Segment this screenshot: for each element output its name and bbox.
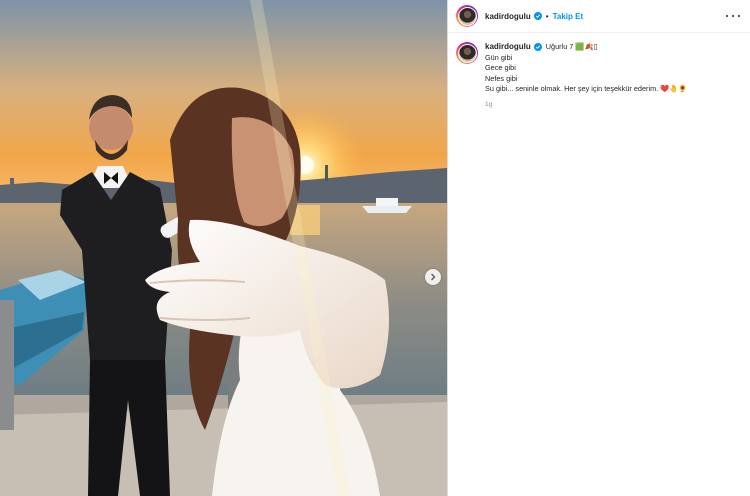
post-header: kadirdogulu • Takip Et [448,0,750,33]
separator-dot: • [545,11,549,21]
caption: kadirdogulu Uğurlu 7 🟩🍂▯ Gün gibi Gece g… [448,33,750,110]
caption-line: Su gibi... seninle olmak. Her şey için t… [485,84,688,93]
verified-badge-icon [533,12,542,20]
caption-username-link[interactable]: kadirdogulu [485,42,531,53]
post-detail-panel: kadirdogulu • Takip Et kadirdogulu Uğurl… [447,0,750,496]
more-options-icon[interactable] [726,11,740,21]
caption-line: Nefes gibi [485,73,518,83]
verified-badge-icon [533,43,542,52]
post-timestamp[interactable]: 1g [485,100,687,111]
follow-button[interactable]: Takip Et [553,12,584,21]
caption-line: Gün gibi [485,52,513,62]
caption-line: Gece gibi [485,63,516,72]
next-photo-button[interactable] [425,269,441,285]
caption-first-line: Uğurlu 7 🟩🍂▯ [545,42,598,51]
username-link[interactable]: kadirdogulu [485,12,531,21]
avatar[interactable] [456,5,478,27]
post-photo[interactable] [0,0,447,496]
chevron-right-icon [431,273,436,281]
caption-avatar[interactable] [456,42,478,64]
